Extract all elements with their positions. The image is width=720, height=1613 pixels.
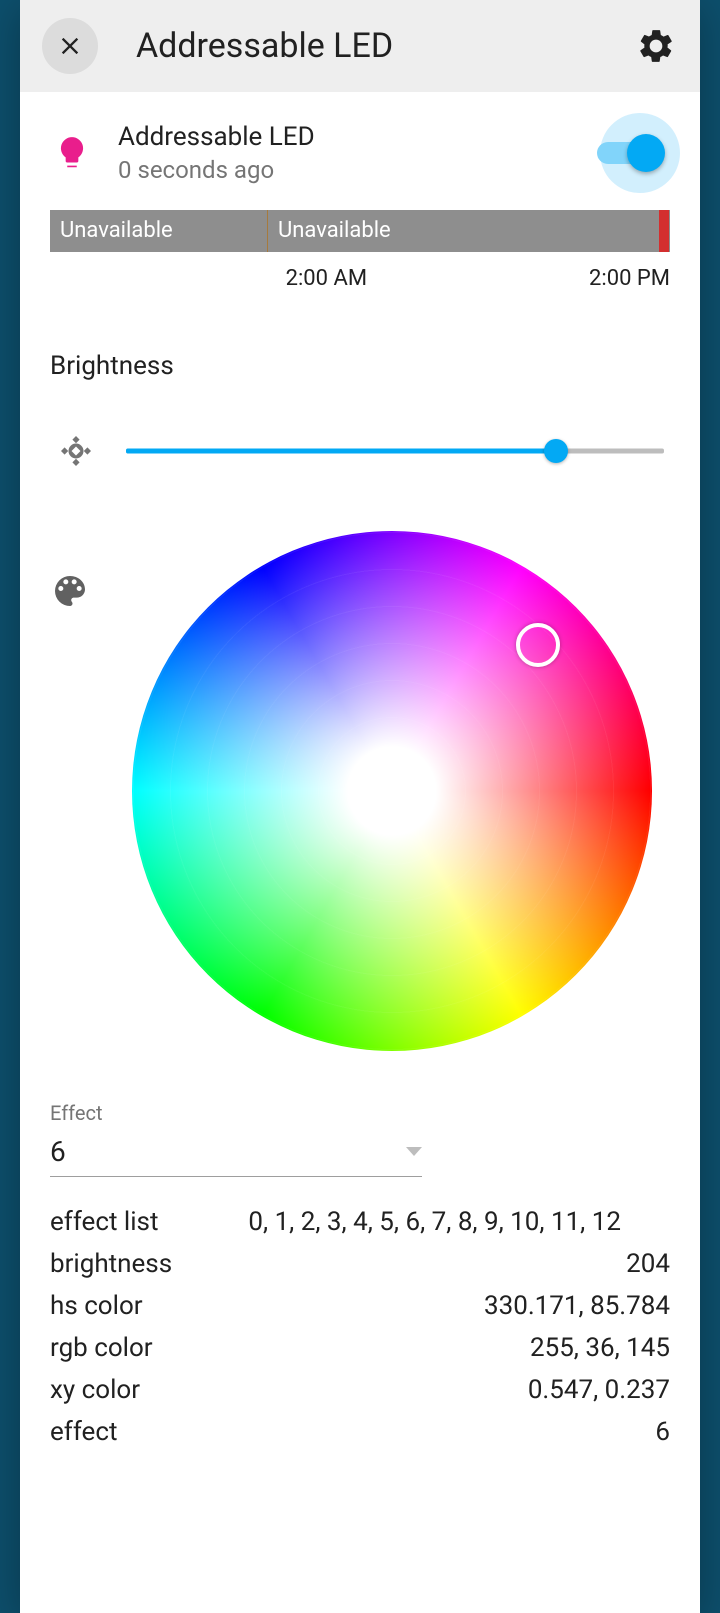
attr-value: 6 [248,1417,670,1447]
history-axis: 2:00 AM 2:00 PM [50,258,670,291]
palette-icon [50,571,94,615]
entity-updated: 0 seconds ago [118,156,556,184]
history-tick-left: 2:00 AM [286,266,367,291]
attr-key: hs color [50,1291,248,1321]
history-segment: Unavailable [268,210,659,252]
dialog-content: Addressable LED 0 seconds ago Unavailabl… [20,92,700,1613]
attr-value: 0, 1, 2, 3, 4, 5, 6, 7, 8, 9, 10, 11, 12 [248,1207,670,1237]
color-wheel[interactable] [132,531,652,1051]
entity-text: Addressable LED 0 seconds ago [118,122,556,184]
history-segment: Unavailable [50,210,267,252]
color-wheel-cursor[interactable] [516,623,560,667]
attr-row: effect6 [50,1411,670,1453]
entity-name: Addressable LED [118,122,556,152]
attr-value: 0.547, 0.237 [248,1375,670,1405]
effect-section: Effect 6 effect list 0, 1, 2, 3, 4, 5, 6… [50,1101,670,1453]
brightness-row [50,431,670,471]
entity-row: Addressable LED 0 seconds ago [50,122,670,184]
close-button[interactable] [42,18,98,74]
chevron-down-icon [406,1147,422,1156]
attr-key: effect [50,1417,248,1447]
attr-row: rgb color255, 36, 145 [50,1327,670,1369]
attr-row: brightness204 [50,1243,670,1285]
dialog-title: Addressable LED [136,26,614,66]
attr-key: brightness [50,1249,248,1279]
attr-value: 255, 36, 145 [248,1333,670,1363]
attr-value: 204 [248,1249,670,1279]
effect-select[interactable]: 6 [50,1131,422,1177]
close-icon [56,32,84,60]
lightbulb-icon [50,131,94,175]
attr-row: xy color0.547, 0.237 [50,1369,670,1411]
history-bar[interactable]: UnavailableUnavailable [50,210,670,252]
entity-dialog: Addressable LED Addressable LED 0 second… [20,0,700,1613]
brightness-icon [56,431,96,471]
effect-label: Effect [50,1101,670,1125]
attr-key: xy color [50,1375,248,1405]
power-toggle[interactable] [580,123,670,183]
color-row [50,531,670,1051]
history-tick-right: 2:00 PM [589,266,670,291]
gear-icon [637,27,675,65]
brightness-label: Brightness [50,351,670,381]
color-wheel-wrap [114,531,670,1051]
attr-row: effect list 0, 1, 2, 3, 4, 5, 6, 7, 8, 9… [50,1201,670,1243]
brightness-slider[interactable] [126,439,664,463]
effect-value: 6 [50,1135,66,1168]
dialog-header: Addressable LED [20,0,700,92]
attr-key: effect list [50,1207,248,1237]
attr-value: 330.171, 85.784 [248,1291,670,1321]
settings-button[interactable] [634,24,678,68]
attributes-list: effect list 0, 1, 2, 3, 4, 5, 6, 7, 8, 9… [50,1201,670,1453]
attr-key: rgb color [50,1333,248,1363]
attr-row: hs color330.171, 85.784 [50,1285,670,1327]
